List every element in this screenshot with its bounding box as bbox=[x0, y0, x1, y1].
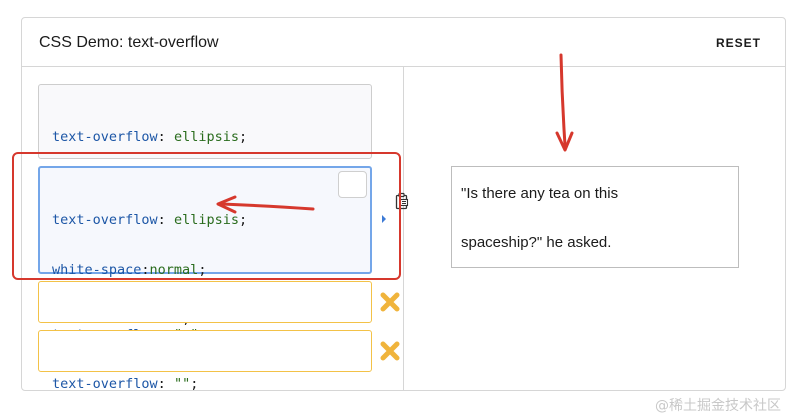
annotation-arrow-down bbox=[555, 53, 574, 152]
annotation-arrow-left bbox=[216, 195, 315, 214]
watermark: @稀土掘金技术社区 bbox=[655, 398, 781, 414]
annotation-arrows bbox=[216, 53, 574, 214]
